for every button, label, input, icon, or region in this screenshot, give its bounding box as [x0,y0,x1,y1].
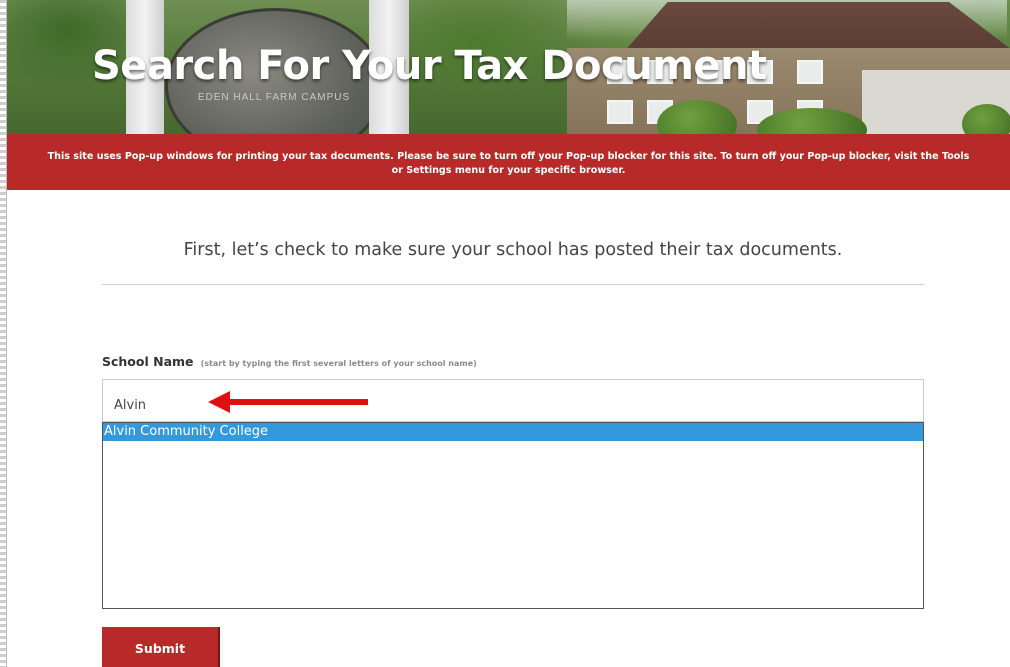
page-title: Search For Your Tax Document [92,43,767,89]
left-arrow-icon [208,391,368,413]
school-suggestions-list[interactable]: Alvin Community College [102,422,924,609]
school-name-hint: (start by typing the first several lette… [200,359,477,368]
window-left-border [0,0,7,667]
suggestion-item[interactable]: Alvin Community College [103,423,923,441]
popup-notice-line-2: or Settings menu for your specific brows… [391,165,626,176]
hero-banner: EDEN HALL FARM CAMPUS Search For Your Ta… [7,0,1010,134]
page: EDEN HALL FARM CAMPUS Search For Your Ta… [0,0,1010,667]
school-name-label: School Name (start by typing the first s… [102,351,477,370]
intro-text: First, let’s check to make sure your sch… [183,240,843,260]
campus-sign-text: EDEN HALL FARM CAMPUS [197,92,351,103]
popup-notice-line-1: This site uses Pop-up windows for printi… [47,151,970,162]
popup-notice-banner: This site uses Pop-up windows for printi… [7,134,1010,190]
submit-button[interactable]: Submit [102,627,218,667]
school-name-label-text: School Name [102,354,194,369]
section-divider [102,284,924,285]
